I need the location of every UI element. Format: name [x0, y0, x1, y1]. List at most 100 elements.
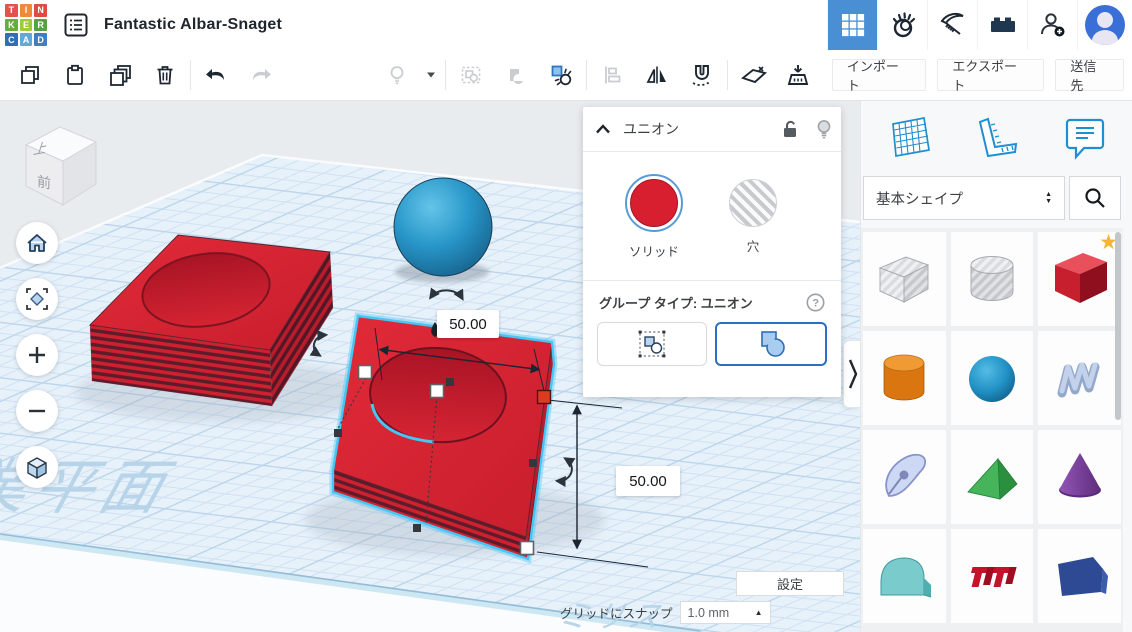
- caret-down-icon: [426, 71, 436, 79]
- workplane-tool-button[interactable]: [731, 54, 776, 96]
- shape-search-button[interactable]: [1069, 176, 1121, 220]
- design-menu-button[interactable]: [61, 10, 91, 40]
- send-to-button[interactable]: 送信先: [1055, 59, 1124, 91]
- lego-brick-icon: [988, 10, 1018, 40]
- shape-hole-box[interactable]: [863, 232, 946, 326]
- snap-grid-row: グリッドにスナップ 1.0 mm ▲: [560, 601, 771, 624]
- show-all-dropdown[interactable]: [420, 54, 442, 96]
- copy-button[interactable]: [8, 54, 53, 96]
- shape-cone[interactable]: [1038, 430, 1121, 524]
- mirror-button[interactable]: [635, 54, 680, 96]
- group-type-buttons: [583, 312, 841, 366]
- dimension-label-height[interactable]: 50.00: [616, 466, 680, 496]
- redo-button[interactable]: [239, 54, 284, 96]
- shape-scribble-ribbon[interactable]: [1038, 331, 1121, 425]
- shape-hole-cylinder[interactable]: [951, 232, 1034, 326]
- logo-tile: T: [5, 4, 18, 17]
- zoom-out-button[interactable]: [16, 390, 58, 432]
- solid-option[interactable]: ソリッド: [625, 174, 683, 260]
- shape-category-value: 基本シェイプ: [876, 188, 963, 209]
- logo-tile: E: [20, 19, 33, 32]
- pickaxe-icon: [938, 10, 968, 40]
- selected-ring: [625, 174, 683, 232]
- union-icon: [751, 328, 791, 360]
- shape-scribble[interactable]: [863, 430, 946, 524]
- grid-settings-button[interactable]: 設定: [736, 571, 844, 596]
- help-icon[interactable]: ?: [806, 293, 825, 312]
- shape-cylinder[interactable]: [863, 331, 946, 425]
- caret-up-icon: ▲: [755, 608, 763, 617]
- hole-option[interactable]: 穴: [729, 174, 777, 260]
- snap-magnet-button[interactable]: [680, 54, 725, 96]
- collaborate-button[interactable]: [1027, 0, 1077, 50]
- search-icon: [1083, 186, 1107, 210]
- sim-lab-tab[interactable]: [877, 0, 927, 50]
- undo-icon: [203, 63, 229, 87]
- group-type-union-button[interactable]: [715, 322, 827, 366]
- height-handle[interactable]: [538, 391, 551, 404]
- chevron-up-icon: [595, 124, 611, 134]
- logo-tile: N: [34, 4, 47, 17]
- shape-category-dropdown[interactable]: 基本シェイプ ▲▼: [863, 176, 1065, 220]
- fit-view-button[interactable]: [16, 278, 58, 320]
- shape-polygon[interactable]: [1038, 529, 1121, 623]
- paste-button[interactable]: [53, 54, 98, 96]
- zoom-in-button[interactable]: [16, 334, 58, 376]
- hole-label: 穴: [747, 236, 760, 255]
- visibility-toggle[interactable]: [807, 119, 841, 140]
- delete-button[interactable]: [142, 54, 187, 96]
- shape-box[interactable]: ★: [1038, 232, 1121, 326]
- shape-sphere[interactable]: [951, 331, 1034, 425]
- ribbon-thumb: [1045, 343, 1115, 413]
- export-button[interactable]: エクスポート: [937, 59, 1044, 91]
- notes-tool[interactable]: [1059, 112, 1111, 164]
- group-button[interactable]: [449, 54, 494, 96]
- workplane-drag-tool[interactable]: [883, 112, 935, 164]
- duplicate-button[interactable]: [97, 54, 142, 96]
- ruler-drag-tool[interactable]: [971, 112, 1023, 164]
- shape-roof[interactable]: [951, 430, 1034, 524]
- shape-text[interactable]: [951, 529, 1034, 623]
- scribble-pen-thumb: [869, 442, 939, 512]
- collapse-panel-button[interactable]: [583, 124, 623, 134]
- 3d-design-tab[interactable]: [827, 0, 877, 50]
- snap-grid-dropdown[interactable]: 1.0 mm ▲: [680, 601, 771, 624]
- toolbar-separator: [190, 60, 191, 90]
- show-all-button[interactable]: [375, 54, 420, 96]
- home-view-button[interactable]: [16, 222, 58, 264]
- shape-gallery: ★: [861, 228, 1123, 632]
- list-menu-icon: [63, 12, 89, 38]
- account-button[interactable]: [1077, 0, 1132, 50]
- design-title[interactable]: Fantastic Albar-Snaget: [104, 16, 282, 34]
- toolbar-separator: [445, 60, 446, 90]
- round-roof-thumb: [869, 541, 939, 611]
- ungroup-button[interactable]: [494, 54, 539, 96]
- orange-cylinder-thumb: [869, 343, 939, 413]
- ungroup-selected-button[interactable]: [538, 54, 583, 96]
- brick-export-tab[interactable]: [977, 0, 1027, 50]
- group-icon: [459, 63, 483, 87]
- import-button[interactable]: インポート: [832, 59, 926, 91]
- add-person-icon: [1038, 10, 1068, 40]
- sidebar-collapse-handle[interactable]: [843, 340, 860, 408]
- perspective-toggle-button[interactable]: [16, 446, 58, 488]
- group-type-multiselect-button[interactable]: [597, 322, 707, 366]
- blue-sphere[interactable]: [394, 178, 492, 276]
- dimension-label-width[interactable]: 50.00: [437, 310, 499, 338]
- 3d-viewport[interactable]: 業平面 ミリス: [0, 100, 860, 632]
- ungroup-active-icon: [548, 62, 574, 88]
- shape-round-roof[interactable]: [863, 529, 946, 623]
- ungroup-icon: [504, 63, 528, 87]
- gallery-scrollbar[interactable]: [1115, 232, 1121, 420]
- minecraft-export-tab[interactable]: [927, 0, 977, 50]
- view-cube[interactable]: 上 前: [10, 108, 108, 210]
- tinkercad-logo[interactable]: T I N K E R C A D: [5, 4, 47, 46]
- align-button[interactable]: [590, 54, 635, 96]
- align-icon: [600, 63, 624, 87]
- ruler-tool-button[interactable]: [776, 54, 821, 96]
- shapes-sidebar: 基本シェイプ ▲▼ ★: [860, 100, 1132, 632]
- lock-toggle[interactable]: [773, 119, 807, 139]
- workplane-icon: [740, 62, 768, 88]
- undo-button[interactable]: [194, 54, 239, 96]
- toolbar-separator: [586, 60, 587, 90]
